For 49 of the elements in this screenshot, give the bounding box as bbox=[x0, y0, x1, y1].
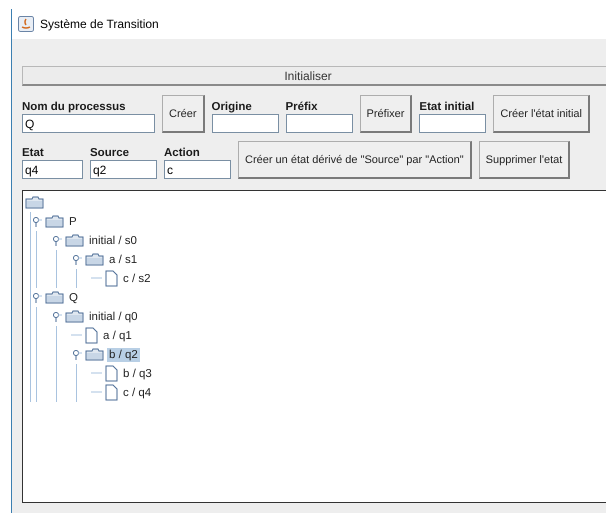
expand-handle-icon[interactable] bbox=[51, 235, 62, 246]
expand-handle-icon[interactable] bbox=[71, 254, 82, 265]
expand-handle-icon[interactable] bbox=[31, 216, 42, 227]
action-button[interactable]: Supprimer l'etat bbox=[478, 141, 570, 179]
file-icon bbox=[85, 327, 98, 344]
window-title: Système de Transition bbox=[40, 17, 159, 31]
text-field[interactable]: c bbox=[164, 160, 231, 179]
tree-node-label[interactable]: initial / s0 bbox=[87, 234, 139, 248]
folder-icon bbox=[45, 215, 64, 228]
folder-icon bbox=[85, 253, 104, 266]
field-label: Etat bbox=[22, 147, 45, 159]
text-field[interactable]: q2 bbox=[90, 160, 157, 179]
tree-node-label[interactable]: initial / q0 bbox=[87, 310, 140, 324]
file-icon bbox=[105, 270, 118, 287]
folder-icon bbox=[65, 234, 84, 247]
file-icon bbox=[105, 365, 118, 382]
expand-handle-icon[interactable] bbox=[31, 292, 42, 303]
text-field[interactable]: q4 bbox=[22, 160, 83, 179]
text-field[interactable] bbox=[286, 114, 353, 133]
tree-node-label[interactable]: b / q3 bbox=[121, 366, 154, 380]
action-button[interactable]: Créer l'état initial bbox=[493, 95, 590, 133]
expand-handle-icon[interactable] bbox=[71, 349, 82, 360]
text-field[interactable] bbox=[419, 114, 486, 133]
field-label: Source bbox=[90, 147, 130, 159]
tree-node-label[interactable]: c / s2 bbox=[121, 272, 152, 286]
file-icon bbox=[105, 384, 118, 401]
tree-node-label[interactable]: Q bbox=[67, 290, 80, 304]
tree-node-label[interactable]: a / q1 bbox=[101, 328, 134, 342]
tree-node-label[interactable]: c / q4 bbox=[121, 386, 154, 400]
tree-node-label[interactable]: a / s1 bbox=[107, 252, 140, 266]
folder-icon bbox=[65, 310, 84, 323]
initialize-button[interactable]: Initialiser bbox=[22, 66, 606, 86]
tree-node-label[interactable]: b / q2 bbox=[107, 348, 140, 362]
field-label: Préfix bbox=[286, 101, 318, 113]
action-button[interactable]: Créer bbox=[162, 95, 205, 133]
text-field[interactable] bbox=[212, 114, 279, 133]
field-label: Origine bbox=[212, 101, 253, 113]
expand-handle-icon[interactable] bbox=[51, 311, 62, 322]
field-label: Etat initial bbox=[419, 101, 476, 113]
field-label: Action bbox=[164, 147, 201, 159]
tree-node-label[interactable]: P bbox=[67, 214, 79, 228]
text-field[interactable]: Q bbox=[22, 114, 155, 133]
action-button[interactable]: Préfixer bbox=[360, 95, 412, 133]
folder-icon bbox=[45, 291, 64, 304]
folder-icon bbox=[25, 196, 44, 209]
app-icon bbox=[18, 16, 34, 32]
action-button[interactable]: Créer un état dérivé de "Source" par "Action" bbox=[238, 141, 472, 179]
field-label: Nom du processus bbox=[22, 101, 127, 113]
folder-icon bbox=[85, 348, 104, 361]
